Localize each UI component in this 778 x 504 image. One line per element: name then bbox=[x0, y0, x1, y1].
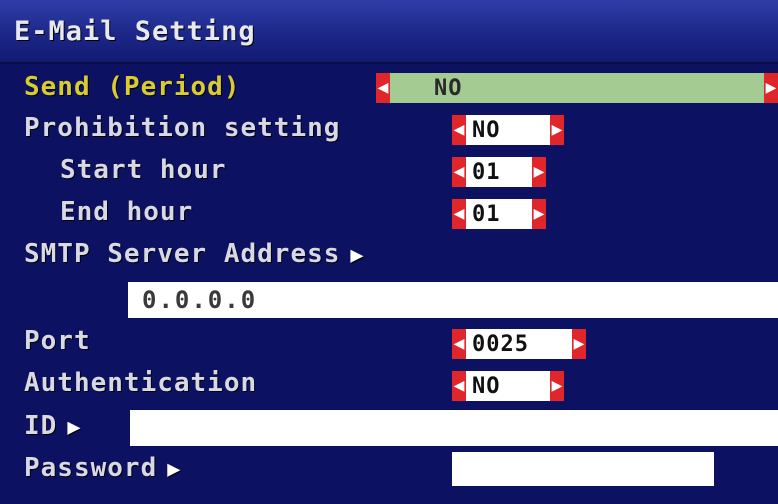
right-arrow-icon[interactable]: ▶ bbox=[572, 329, 586, 359]
right-arrow-icon[interactable]: ▶ bbox=[550, 371, 564, 401]
prohibition-setting-selector[interactable]: ◀ NO ▶ bbox=[452, 115, 564, 145]
password-label-text: Password bbox=[24, 453, 158, 483]
left-arrow-icon[interactable]: ◀ bbox=[452, 199, 466, 229]
right-arrow-icon[interactable]: ▶ bbox=[532, 157, 546, 187]
port-selector[interactable]: ◀ 0025 ▶ bbox=[452, 329, 586, 359]
left-arrow-icon[interactable]: ◀ bbox=[452, 371, 466, 401]
port-label: Port bbox=[24, 326, 91, 356]
id-label[interactable]: ID ▶ bbox=[24, 411, 82, 441]
prohibition-setting-label: Prohibition setting bbox=[24, 113, 341, 143]
expand-arrow-icon[interactable]: ▶ bbox=[167, 457, 181, 482]
email-setting-screen: E-Mail Setting Send (Period) ◀ NO ▶ Proh… bbox=[0, 0, 778, 504]
left-arrow-icon[interactable]: ◀ bbox=[452, 329, 466, 359]
expand-arrow-icon[interactable]: ▶ bbox=[350, 243, 364, 268]
smtp-server-address-field[interactable]: 0.0.0.0 bbox=[128, 282, 778, 318]
right-arrow-icon[interactable]: ▶ bbox=[532, 199, 546, 229]
smtp-server-address-label[interactable]: SMTP Server Address ▶ bbox=[24, 239, 365, 269]
id-label-text: ID bbox=[24, 411, 58, 441]
id-field[interactable] bbox=[130, 410, 778, 446]
left-arrow-icon[interactable]: ◀ bbox=[376, 73, 390, 103]
start-hour-selector[interactable]: ◀ 01 ▶ bbox=[452, 157, 546, 187]
start-hour-label: Start hour bbox=[60, 155, 227, 185]
end-hour-selector[interactable]: ◀ 01 ▶ bbox=[452, 199, 546, 229]
smtp-label-text: SMTP Server Address bbox=[24, 239, 341, 269]
password-field[interactable] bbox=[452, 452, 714, 486]
port-value: 0025 bbox=[466, 329, 572, 359]
password-label[interactable]: Password ▶ bbox=[24, 453, 181, 483]
end-hour-value: 01 bbox=[466, 199, 532, 229]
left-arrow-icon[interactable]: ◀ bbox=[452, 157, 466, 187]
send-period-selector[interactable]: ◀ NO ▶ bbox=[376, 73, 778, 103]
send-period-value: NO bbox=[390, 73, 764, 103]
title-bar: E-Mail Setting bbox=[0, 0, 778, 64]
left-arrow-icon[interactable]: ◀ bbox=[452, 115, 466, 145]
start-hour-value: 01 bbox=[466, 157, 532, 187]
authentication-selector[interactable]: ◀ NO ▶ bbox=[452, 371, 564, 401]
authentication-value: NO bbox=[466, 371, 550, 401]
authentication-label: Authentication bbox=[24, 368, 258, 398]
end-hour-label: End hour bbox=[60, 197, 194, 227]
expand-arrow-icon[interactable]: ▶ bbox=[67, 415, 81, 440]
right-arrow-icon[interactable]: ▶ bbox=[764, 73, 778, 103]
send-period-label: Send (Period) bbox=[24, 72, 241, 102]
right-arrow-icon[interactable]: ▶ bbox=[550, 115, 564, 145]
prohibition-setting-value: NO bbox=[466, 115, 550, 145]
window-title: E-Mail Setting bbox=[14, 16, 256, 47]
